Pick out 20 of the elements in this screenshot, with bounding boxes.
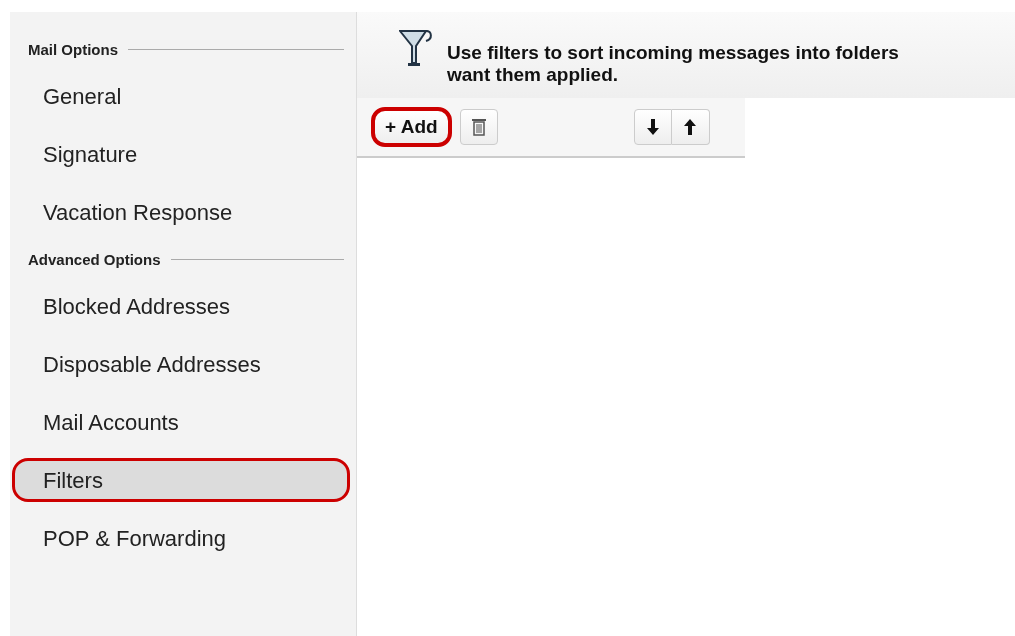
description-text: Use filters to sort incoming messages into folders	[447, 42, 899, 64]
sidebar-item[interactable]: Mail Accounts	[12, 400, 350, 444]
sidebar-item[interactable]: POP & Forwarding	[12, 516, 350, 560]
sidebar-item[interactable]: Disposable Addresses	[12, 342, 350, 386]
sidebar-item[interactable]: General	[12, 74, 350, 118]
sidebar-item[interactable]: Signature	[12, 132, 350, 176]
move-up-button[interactable]	[671, 109, 710, 145]
sidebar-item[interactable]: Filters	[12, 458, 350, 502]
section-title: Advanced Options	[28, 250, 161, 268]
funnel-icon	[399, 28, 433, 68]
section-title: Mail Options	[28, 40, 118, 58]
move-down-button[interactable]	[633, 109, 672, 145]
up-arrow-icon	[684, 119, 697, 135]
delete-button[interactable]	[459, 109, 498, 145]
sidebar-item[interactable]: Blocked Addresses	[12, 284, 350, 328]
add-button[interactable]: + Add	[371, 107, 452, 147]
down-arrow-icon	[646, 119, 659, 135]
sidebar-item[interactable]: Vacation Response	[12, 190, 350, 234]
trash-icon	[471, 118, 486, 136]
description-text: want them applied.	[447, 64, 620, 86]
